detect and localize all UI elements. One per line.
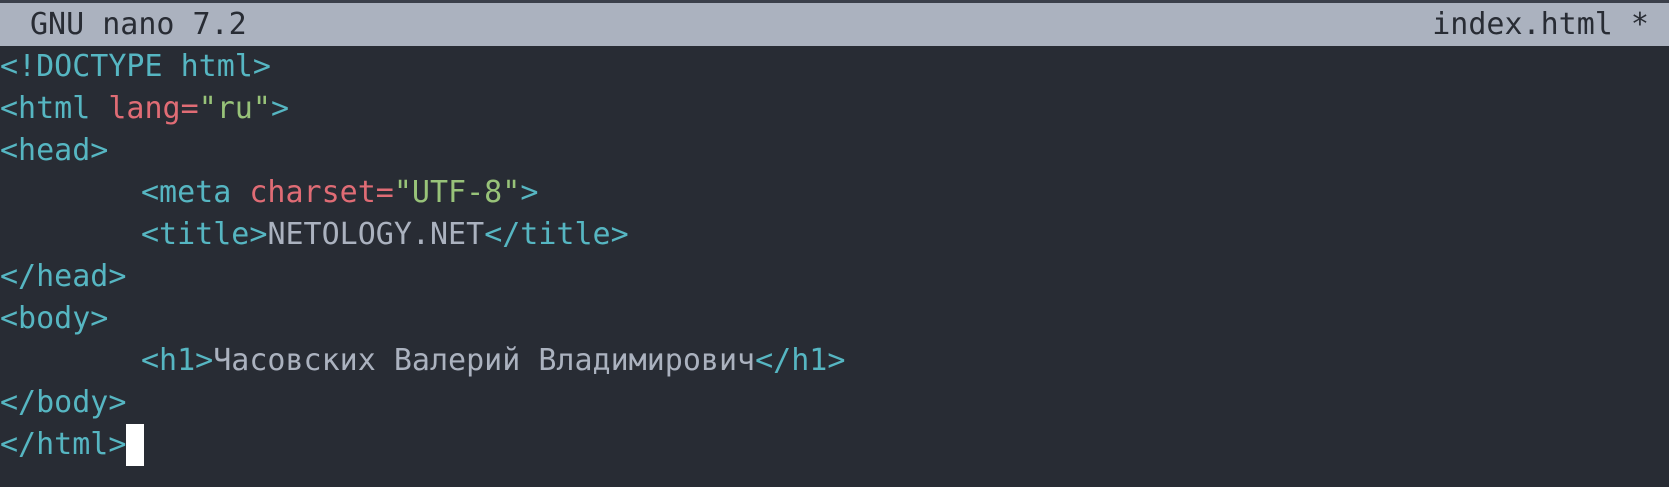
head-open-tag: <head> xyxy=(0,133,109,168)
html-close-tag: </html> xyxy=(0,427,127,462)
h1-open-tag: <h1> xyxy=(141,343,214,378)
code-line-2[interactable]: <html lang="ru"> xyxy=(0,88,1669,130)
body-close-tag: </body> xyxy=(0,385,127,420)
title-text: NETOLOGY.NET xyxy=(267,217,485,252)
html-tag-end: > xyxy=(270,91,289,126)
filename-label: index.html * xyxy=(1432,6,1649,42)
head-close-tag: </head> xyxy=(0,259,127,294)
code-line-3[interactable]: <head> xyxy=(0,130,1669,172)
code-line-10[interactable]: </html> xyxy=(0,424,1669,466)
code-line-5[interactable]: <title>NETOLOGY.NET</title> xyxy=(0,214,1669,256)
h1-close-tag: </h1> xyxy=(755,343,846,378)
html-tag-start: <html xyxy=(0,91,109,126)
title-open-tag: <title> xyxy=(141,217,268,252)
code-line-6[interactable]: </head> xyxy=(0,256,1669,298)
code-line-4[interactable]: <meta charset="UTF-8"> xyxy=(0,172,1669,214)
editor-buffer[interactable]: <!DOCTYPE html> <html lang="ru"> <head> … xyxy=(0,46,1669,466)
doctype-token: <!DOCTYPE html> xyxy=(0,49,271,84)
lang-attribute: lang= xyxy=(108,91,199,126)
body-open-tag: <body> xyxy=(0,301,109,336)
code-line-9[interactable]: </body> xyxy=(0,382,1669,424)
code-line-1[interactable]: <!DOCTYPE html> xyxy=(0,46,1669,88)
code-line-7[interactable]: <body> xyxy=(0,298,1669,340)
lang-value: "ru" xyxy=(198,91,271,126)
h1-text: Часовских Валерий Владимирович xyxy=(213,343,756,378)
meta-tag-end: > xyxy=(520,175,539,210)
terminal-window: GNU nano 7.2 index.html * <!DOCTYPE html… xyxy=(0,0,1669,487)
text-cursor xyxy=(126,424,145,466)
charset-value: "UTF-8" xyxy=(393,175,521,210)
nano-title-bar: GNU nano 7.2 index.html * xyxy=(0,0,1669,46)
meta-tag-start: <meta xyxy=(141,175,250,210)
app-version-label: GNU nano 7.2 xyxy=(30,6,247,42)
code-line-8[interactable]: <h1>Часовских Валерий Владимирович</h1> xyxy=(0,340,1669,382)
charset-attribute: charset= xyxy=(249,175,394,210)
title-close-tag: </title> xyxy=(484,217,629,252)
